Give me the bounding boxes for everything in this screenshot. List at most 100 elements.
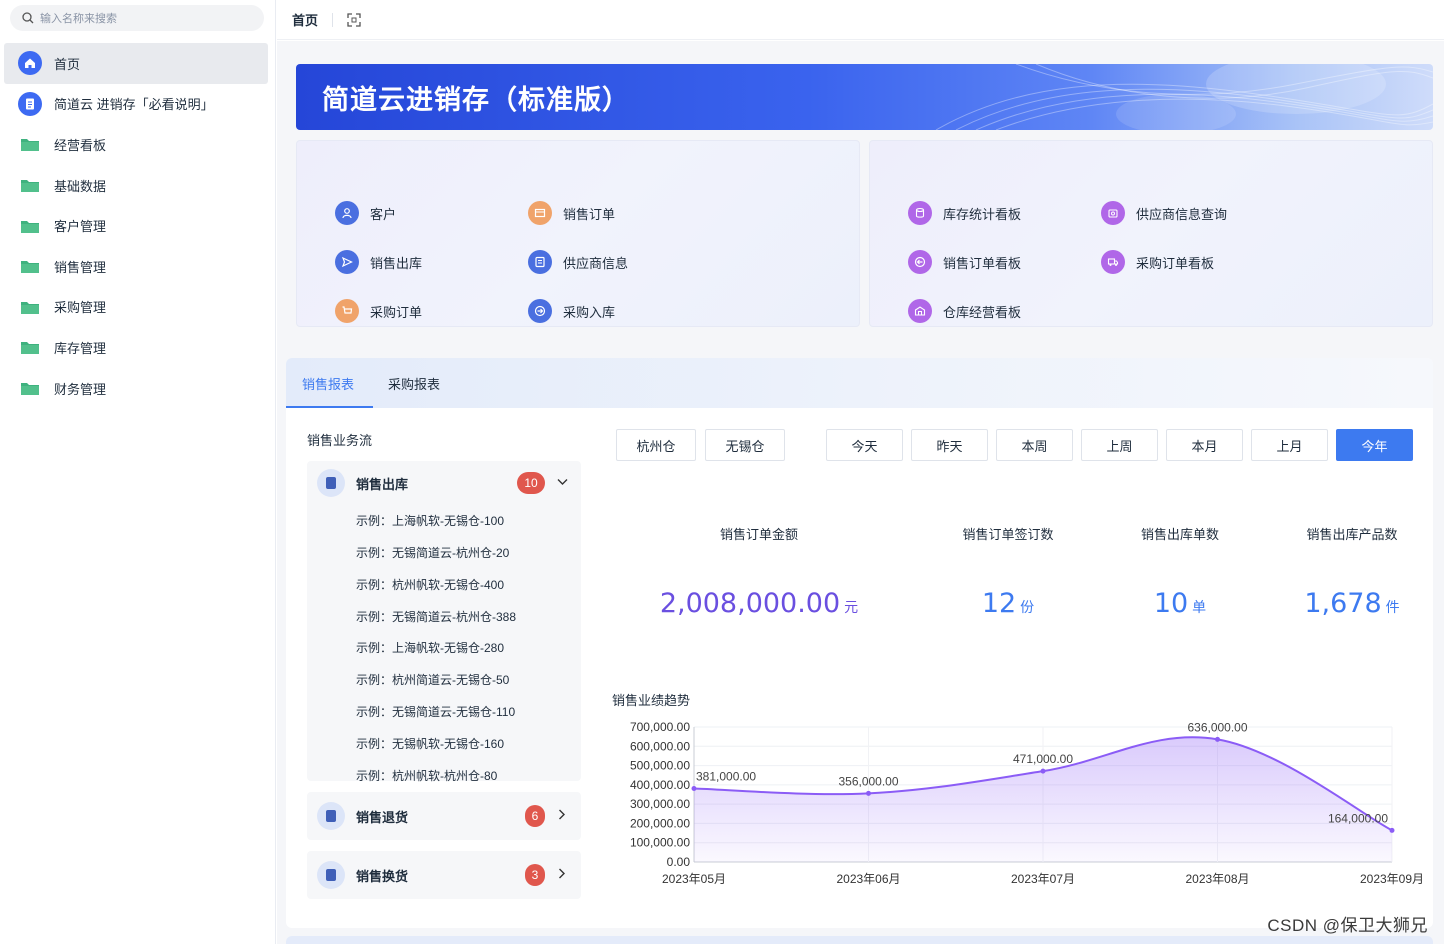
filter-period-this-week[interactable]: 本周 [996,429,1073,461]
chevron-right-icon[interactable] [558,868,566,882]
flow-sub-item[interactable]: 示例：无锡帆软-无锡仓-160 [356,735,504,752]
truck-icon [1101,250,1125,274]
quick-link-sales-outbound[interactable]: 销售出库 [335,250,422,274]
filter-period-yesterday[interactable]: 昨天 [911,429,988,461]
quick-link-label: 库存统计看板 [943,206,1022,222]
sidebar-item-label: 客户管理 [54,219,107,235]
count-badge: 10 [517,472,545,494]
folder-icon [18,376,42,400]
flow-sub-item[interactable]: 示例：杭州帆软-无锡仓-400 [356,576,504,593]
sidebar-item-customers[interactable]: 客户管理 [4,205,268,246]
flow-sub-item[interactable]: 示例：无锡简道云-杭州仓-388 [356,608,516,625]
quick-link-label: 供应商信息查询 [1136,206,1228,222]
metric-value-outbound-count: 10 单 [1080,588,1280,619]
quick-link-sales-order[interactable]: 销售订单 [528,201,615,225]
sidebar: 输入名称来搜索 首页 简道云 进销存「必看说明」 经营看板 基础数据 客户管理 … [0,0,276,944]
flow-sub-item[interactable]: 示例：杭州帆软-杭州仓-80 [356,767,497,784]
sidebar-item-inventory[interactable]: 库存管理 [4,327,268,368]
sidebar-nav: 首页 简道云 进销存「必看说明」 经营看板 基础数据 客户管理 销售管理 采购管… [0,43,276,408]
sales-order-icon [528,201,552,225]
supplier-query-icon [1101,201,1125,225]
y-tick-label: 100,000.00 [630,836,690,850]
chevron-down-icon[interactable] [557,475,568,489]
data-label: 356,000.00 [838,774,898,788]
quick-link-purchase-inbound[interactable]: 采购入库 [528,299,615,323]
quick-link-label: 采购订单看板 [1136,255,1215,271]
chart-title: 销售业绩趋势 [612,693,691,708]
metric-value-order-count: 12 份 [908,588,1108,619]
sidebar-item-home[interactable]: 首页 [4,43,268,84]
next-section-edge [286,936,1433,944]
fullscreen-icon[interactable] [347,12,361,27]
filter-warehouse-wuxi[interactable]: 无锡仓 [705,429,785,461]
quick-link-supplier-query[interactable]: 供应商信息查询 [1101,201,1227,225]
report-tabs: 销售报表 采购报表 [286,358,1433,408]
quick-link-purchase-order-dashboard[interactable]: 采购订单看板 [1101,250,1214,274]
flow-sub-item[interactable]: 示例：无锡简道云-无锡仓-110 [356,703,515,720]
folder-icon [18,254,42,278]
quick-link-label: 销售订单看板 [943,255,1022,271]
folder-icon [18,173,42,197]
metric-unit: 元 [844,600,859,616]
metric-label-outbound-count: 销售出库单数 [1140,527,1219,542]
quick-link-warehouse-dashboard[interactable]: 仓库经营看板 [908,299,1021,323]
y-tick-label: 200,000.00 [630,816,690,830]
customer-icon [335,201,359,225]
arrow-left-icon [908,250,932,274]
flow-group-sales-exchange[interactable]: 销售换货 3 [307,851,581,899]
x-tick-label: 2023年09月 [1360,872,1424,886]
metric-number: 1,678 [1304,588,1382,619]
quick-link-label: 采购入库 [563,304,616,320]
tab-purchase-report[interactable]: 采购报表 [388,374,440,393]
sidebar-item-sales[interactable]: 销售管理 [4,246,268,287]
data-point [866,790,871,796]
quick-link-supplier-info[interactable]: 供应商信息 [528,250,628,274]
data-label: 636,000.00 [1187,720,1247,734]
quick-link-purchase-order[interactable]: 采购订单 [335,299,422,323]
x-tick-label: 2023年07月 [1011,872,1075,886]
flow-sub-item[interactable]: 示例：杭州简道云-无锡仓-50 [356,671,509,688]
sidebar-item-dashboard[interactable]: 经营看板 [4,124,268,165]
data-point [1389,827,1395,833]
flow-sub-item[interactable]: 示例：上海帆软-无锡仓-100 [356,512,504,529]
search-input[interactable]: 输入名称来搜索 [10,5,264,31]
filter-period-last-month[interactable]: 上月 [1251,429,1328,461]
sidebar-item-purchase[interactable]: 采购管理 [4,287,268,328]
flow-sub-item[interactable]: 示例：上海帆软-无锡仓-280 [356,639,504,656]
data-label: 471,000.00 [1013,752,1073,766]
flow-group-sales-outbound: 销售出库 10 示例：上海帆软-无锡仓-100 示例：无锡简道云-杭州仓-20 … [307,461,581,784]
database-icon [908,201,932,225]
quick-link-inventory-dashboard[interactable]: 库存统计看板 [908,201,1021,225]
filter-period-this-month[interactable]: 本月 [1166,429,1243,461]
filter-period-today[interactable]: 今天 [826,429,903,461]
sidebar-item-label: 首页 [54,56,81,72]
flow-name: 销售出库 [356,476,409,492]
flow-head-sales-outbound[interactable]: 销售出库 10 [307,461,581,505]
metric-label-outbound-products: 销售出库产品数 [1306,527,1398,542]
filter-period-last-week[interactable]: 上周 [1081,429,1158,461]
quick-link-label: 客户 [370,206,397,222]
main-content: 简道云进销存（标准版） 客户 销售订单 销售出库 供应商信息 采购订单 采购入库 [277,41,1444,944]
sidebar-item-readme[interactable]: 简道云 进销存「必看说明」 [4,84,268,125]
sidebar-item-label: 采购管理 [54,300,107,316]
warehouse-icon [908,299,932,323]
folder-icon [18,214,42,238]
watermark: CSDN @保卫大狮兄 [1267,916,1428,935]
quick-link-sales-order-dashboard[interactable]: 销售订单看板 [908,250,1021,274]
sidebar-item-basic-data[interactable]: 基础数据 [4,165,268,206]
sidebar-item-label: 库存管理 [54,340,107,356]
flow-sub-item[interactable]: 示例：无锡简道云-杭州仓-20 [356,544,509,561]
count-badge: 6 [525,805,545,827]
sidebar-item-finance[interactable]: 财务管理 [4,368,268,409]
flow-group-sales-return[interactable]: 销售退货 6 [307,792,581,840]
quick-link-customer[interactable]: 客户 [335,201,396,225]
data-point [1215,736,1220,742]
metric-unit: 件 [1385,600,1400,616]
filter-warehouse-hangzhou[interactable]: 杭州仓 [616,429,696,461]
tab-sales-report[interactable]: 销售报表 [302,374,354,393]
filter-period-this-year[interactable]: 今年 [1336,429,1413,461]
chevron-right-icon[interactable] [558,809,566,823]
top-bar: 首页 [277,0,1444,40]
sidebar-item-label: 财务管理 [54,381,107,397]
quick-link-label: 采购订单 [370,304,423,320]
